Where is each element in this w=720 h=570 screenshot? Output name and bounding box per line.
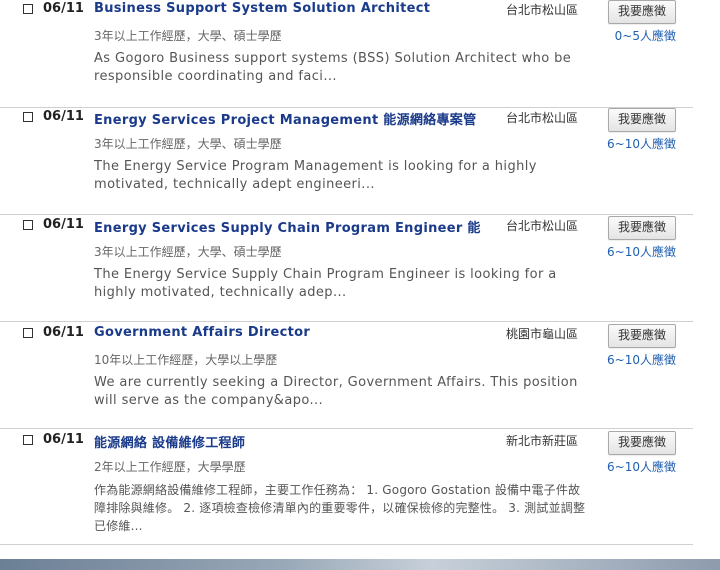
posted-date: 06/11 (43, 109, 84, 124)
job-location: 新北市新莊區 (506, 434, 579, 448)
taskbar-strip (0, 559, 720, 570)
select-job-checkbox[interactable] (23, 435, 33, 445)
job-description: 作為能源網絡設備維修工程師，主要工作任務為： 1. Gogoro Gostati… (94, 483, 586, 533)
job-requirements: 3年以上工作經歷，大學、碩士學歷 (94, 245, 282, 259)
job-requirements: 3年以上工作經歷，大學、碩士學歷 (94, 29, 282, 43)
apply-button[interactable]: 我要應徵 (608, 324, 676, 348)
apply-button[interactable]: 我要應徵 (608, 216, 676, 240)
job-title-link[interactable]: Energy Services Supply Chain Program Eng… (94, 217, 494, 236)
apply-button[interactable]: 我要應徵 (608, 431, 676, 455)
job-description: We are currently seeking a Director, Gov… (94, 375, 578, 408)
job-title-link[interactable]: Government Affairs Director (94, 325, 494, 340)
job-listing: 06/11 Business Support System Solution A… (0, 0, 693, 108)
applicant-count-link[interactable]: 0~5人應徵 (590, 27, 676, 44)
job-listing: 06/11 Government Affairs Director 桃園市龜山區… (0, 321, 693, 429)
job-description: As Gogoro Business support systems (BSS)… (94, 51, 572, 84)
job-listing: 06/11 Energy Services Project Management… (0, 107, 693, 215)
job-listing: 06/11 能源網絡 設備維修工程師 新北市新莊區 我要應徵 6~10人應徵 2… (0, 428, 693, 545)
applicant-count-link[interactable]: 6~10人應徵 (590, 135, 676, 152)
select-job-checkbox[interactable] (23, 328, 33, 338)
posted-date: 06/11 (43, 325, 84, 340)
job-title-link[interactable]: Business Support System Solution Archite… (94, 1, 494, 16)
apply-button[interactable]: 我要應徵 (608, 0, 676, 24)
posted-date: 06/11 (43, 1, 84, 16)
job-description: The Energy Service Supply Chain Program … (94, 267, 557, 300)
job-location: 台北市松山區 (506, 111, 579, 125)
select-job-checkbox[interactable] (23, 4, 33, 14)
select-job-checkbox[interactable] (23, 220, 33, 230)
select-job-checkbox[interactable] (23, 112, 33, 122)
job-requirements: 2年以上工作經歷，大學學歷 (94, 460, 246, 474)
job-location: 台北市松山區 (506, 3, 579, 17)
job-title-link[interactable]: 能源網絡 設備維修工程師 (94, 432, 494, 451)
applicant-count-link[interactable]: 6~10人應徵 (590, 351, 676, 368)
job-requirements: 3年以上工作經歷，大學、碩士學歷 (94, 137, 282, 151)
job-title-link[interactable]: Energy Services Project Management 能源網絡專… (94, 109, 494, 128)
applicant-count-link[interactable]: 6~10人應徵 (590, 243, 676, 260)
posted-date: 06/11 (43, 217, 84, 232)
job-requirements: 10年以上工作經歷，大學以上學歷 (94, 353, 278, 367)
apply-button[interactable]: 我要應徵 (608, 108, 676, 132)
posted-date: 06/11 (43, 432, 84, 447)
job-description: The Energy Service Program Management is… (94, 159, 537, 192)
job-location: 桃園市龜山區 (506, 327, 579, 341)
applicant-count-link[interactable]: 6~10人應徵 (590, 458, 676, 475)
job-location: 台北市松山區 (506, 219, 579, 233)
job-listing: 06/11 Energy Services Supply Chain Progr… (0, 214, 693, 322)
